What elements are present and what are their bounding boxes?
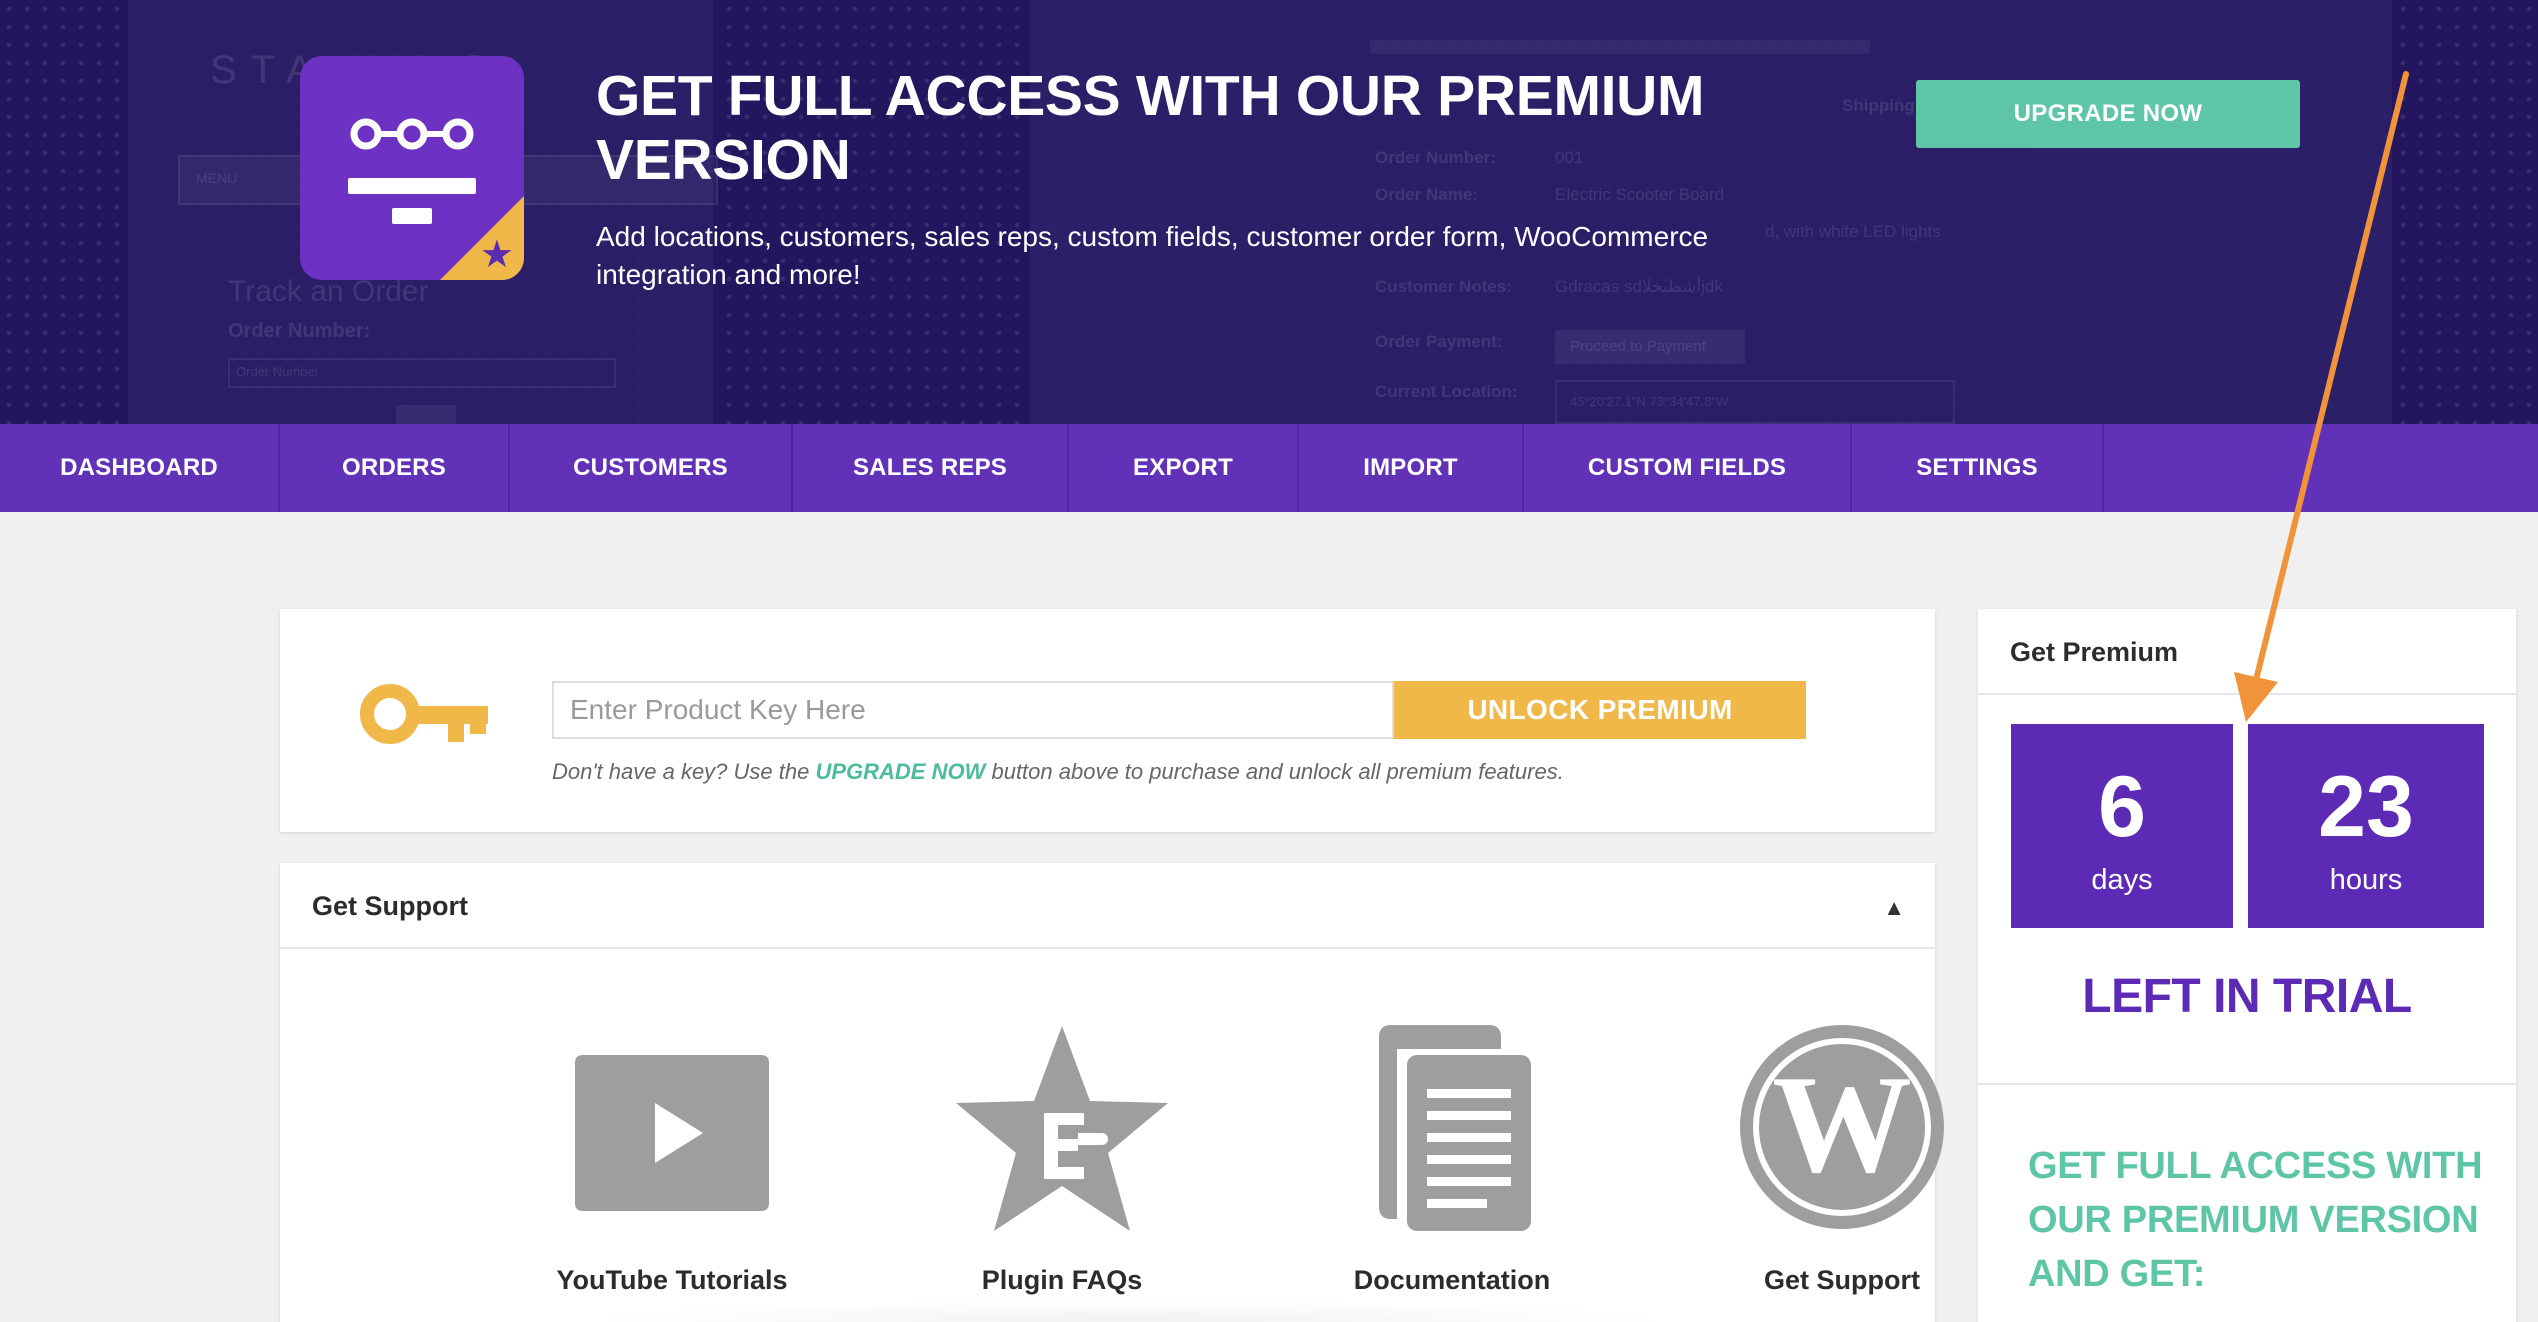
plugin-logo-icon: ★ — [300, 56, 524, 280]
tab-customers[interactable]: CUSTOMERS — [510, 424, 793, 512]
get-premium-card: Get Premium 6 days 23 hours LEFT IN TRIA… — [1978, 609, 2516, 1322]
banner-subtitle: Add locations, customers, sales reps, cu… — [596, 221, 1709, 290]
trial-hours-counter: 23 hours — [2248, 724, 2484, 928]
divider — [1978, 1083, 2516, 1085]
license-note-text: Don't have a key? Use the — [552, 759, 816, 784]
scroll-shadow — [580, 1300, 1680, 1322]
bg-menu-text: MENU — [196, 170, 238, 186]
tab-settings[interactable]: SETTINGS — [1852, 424, 2104, 512]
bg-shipping: Shipping — [1842, 96, 1915, 115]
upgrade-now-button[interactable]: UPGRADE NOW — [1916, 80, 2300, 148]
tab-custom-fields[interactable]: CUSTOM FIELDS — [1524, 424, 1852, 512]
premium-banner: STA KING MENU Track an Order Order Numbe… — [0, 0, 2538, 424]
trial-hours-unit: hours — [2329, 864, 2403, 896]
bg-track-heading: Track an Order — [228, 275, 429, 308]
premium-card-title: Get Premium — [2010, 637, 2179, 667]
trial-days-counter: 6 days — [2011, 724, 2233, 928]
support-item-label: Documentation — [1353, 1265, 1551, 1295]
premium-cta-heading: GET FULL ACCESS WITH OUR PREMIUM VERSION… — [2028, 1145, 2483, 1295]
tab-sales-reps[interactable]: SALES REPS — [793, 424, 1069, 512]
main-nav: DASHBOARD ORDERS CUSTOMERS SALES REPS EX… — [0, 424, 2538, 512]
unlock-premium-button[interactable]: UNLOCK PREMIUM — [1394, 681, 1806, 739]
bg-order-button — [396, 405, 456, 424]
trial-hours-value: 23 — [2318, 759, 2414, 855]
trial-days-unit: days — [2091, 864, 2153, 896]
bg-location-value: 45°20'27.1"N 73°34'47.8"W — [1570, 394, 1729, 409]
license-note-text: button above to purchase and unlock all … — [985, 759, 1564, 784]
key-icon — [360, 684, 488, 744]
star-icon: ★ — [479, 234, 514, 276]
bg-payment-button-text: Proceed to Payment — [1570, 338, 1706, 355]
support-card-title: Get Support — [312, 891, 468, 921]
svg-text:W: W — [1772, 1047, 1912, 1202]
license-note-upgrade-link: UPGRADE NOW — [815, 759, 986, 784]
bg-order-placeholder: Order Number — [236, 364, 320, 379]
support-card: Get Support ▲ YouTube Tutorials Plugin F… — [280, 863, 1944, 1322]
license-note: Don't have a key? Use the UPGRADE NOW bu… — [552, 759, 1564, 785]
license-key-card: Enter Product Key Here UNLOCK PREMIUM Do… — [280, 609, 1935, 832]
documentation-icon — [1379, 1025, 1531, 1231]
banner-title: GET FULL ACCESS WITH OUR PREMIUM VERSION — [596, 64, 1705, 192]
support-item-faqs[interactable]: Plugin FAQs — [912, 1013, 1212, 1296]
wordpress-icon: W — [1740, 1025, 1944, 1229]
trial-days-value: 6 — [2098, 759, 2146, 855]
tab-export[interactable]: EXPORT — [1069, 424, 1299, 512]
bg-field-label: Current Location: — [1375, 382, 1518, 401]
tab-import[interactable]: IMPORT — [1299, 424, 1524, 512]
support-item-label: Get Support — [1764, 1265, 1920, 1295]
bg-field-label: Order Payment: — [1375, 332, 1503, 351]
faq-star-icon — [956, 1026, 1168, 1231]
collapse-triangle-icon[interactable]: ▲ — [1883, 895, 1905, 921]
youtube-icon — [575, 1055, 769, 1211]
support-item-label: Plugin FAQs — [981, 1265, 1143, 1295]
bg-line — [1370, 40, 1870, 54]
left-in-trial-text: LEFT IN TRIAL — [2082, 970, 2412, 1023]
support-item-get-support[interactable]: W Get Support — [1692, 1013, 1992, 1296]
premium-card-header: Get Premium — [1978, 609, 2516, 695]
support-item-youtube[interactable]: YouTube Tutorials — [522, 1013, 822, 1296]
bg-order-number-label: Order Number: — [228, 320, 371, 342]
tab-dashboard[interactable]: DASHBOARD — [0, 424, 280, 512]
support-item-label: YouTube Tutorials — [556, 1265, 788, 1295]
support-item-documentation[interactable]: Documentation — [1302, 1013, 1602, 1296]
tab-orders[interactable]: ORDERS — [280, 424, 510, 512]
product-key-input[interactable]: Enter Product Key Here — [552, 681, 1394, 739]
support-card-header[interactable]: Get Support ▲ — [280, 863, 1935, 949]
